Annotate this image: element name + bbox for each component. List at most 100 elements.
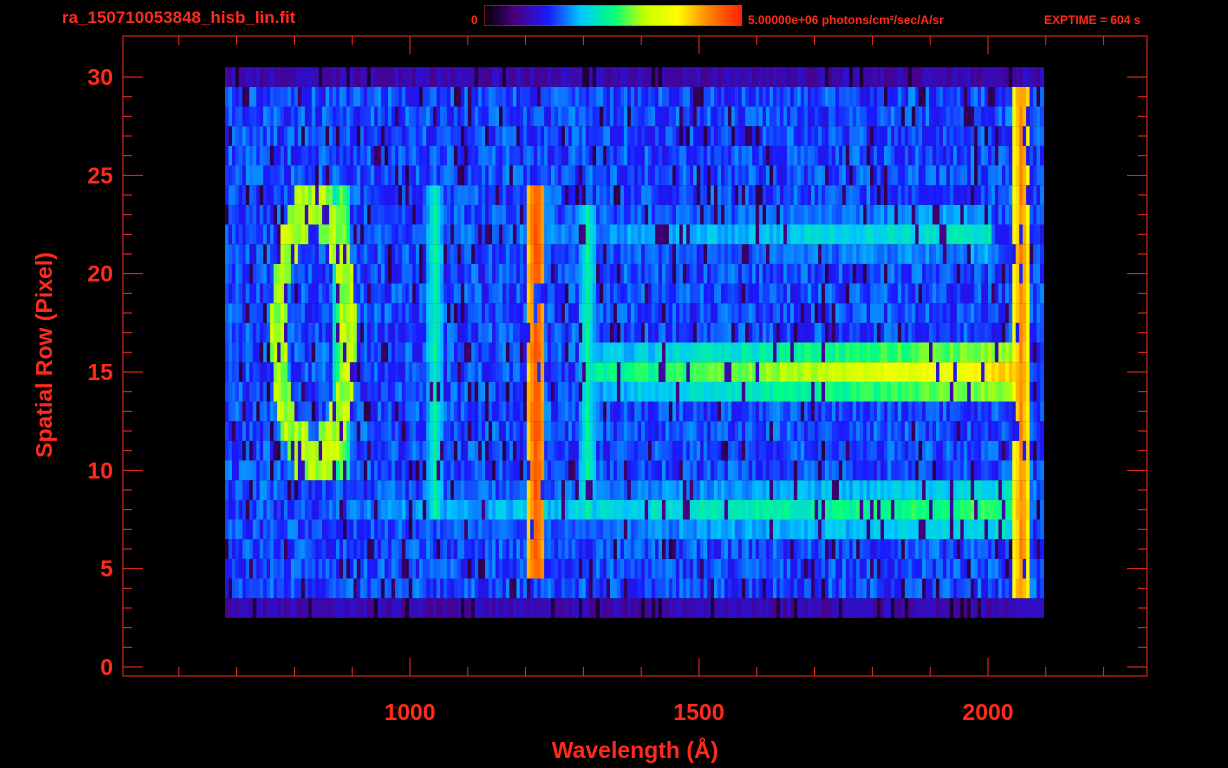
heatmap-cell (811, 381, 816, 402)
heatmap-cell (259, 480, 264, 500)
heatmap-cell (322, 460, 327, 481)
heatmap-cell (551, 519, 556, 540)
heatmap-cell (1033, 440, 1038, 461)
heatmap-cell (290, 499, 295, 520)
heatmap-cell (596, 578, 601, 599)
heatmap-cell (984, 303, 989, 323)
heatmap-cell (533, 598, 538, 618)
heatmap-cell (377, 421, 382, 441)
heatmap-cell (512, 204, 517, 225)
heatmap-cell (811, 440, 816, 461)
heatmap-cell (322, 578, 327, 599)
heatmap-cell (759, 440, 764, 461)
heatmap-cell (290, 539, 295, 559)
heatmap-cell (790, 440, 795, 461)
heatmap-cell (793, 342, 798, 363)
heatmap-cell (668, 480, 673, 500)
heatmap-cell (616, 539, 621, 559)
heatmap-cell (922, 539, 927, 559)
heatmap-cell (630, 460, 635, 481)
heatmap-cell (946, 263, 951, 284)
heatmap-cell (592, 322, 597, 343)
heatmap-cell (571, 381, 576, 402)
heatmap-cell (748, 558, 753, 579)
heatmap-cell (724, 204, 729, 225)
heatmap-cell (509, 558, 514, 579)
heatmap-cell (852, 342, 857, 363)
heatmap-cell (880, 401, 885, 422)
heatmap-cell (755, 460, 760, 481)
heatmap-cell (707, 342, 712, 363)
heatmap-cell (505, 224, 510, 245)
heatmap-cell (703, 499, 708, 520)
heatmap-cell (273, 322, 278, 343)
heatmap-cell (967, 244, 972, 264)
heatmap-cell (998, 440, 1003, 461)
heatmap-cell (592, 519, 597, 540)
heatmap-cell (939, 401, 944, 422)
heatmap-cell (505, 598, 510, 618)
heatmap-cell (790, 519, 795, 540)
heatmap-cell (696, 578, 701, 599)
heatmap-cell (474, 244, 479, 264)
heatmap-cell (707, 519, 712, 540)
heatmap-cell (630, 342, 635, 363)
heatmap-cell (533, 440, 538, 461)
heatmap-cell (1033, 460, 1038, 481)
heatmap-cell (679, 204, 684, 225)
heatmap-cell (637, 342, 642, 363)
heatmap-cell (693, 303, 698, 323)
heatmap-cell (672, 263, 677, 284)
heatmap-cell (270, 244, 275, 264)
heatmap-cell (249, 480, 254, 500)
heatmap-cell (263, 499, 268, 520)
heatmap-cell (457, 598, 462, 618)
heatmap-cell (738, 558, 743, 579)
heatmap-cell (627, 480, 632, 500)
heatmap-cell (315, 303, 320, 323)
heatmap-cell (412, 381, 417, 402)
heatmap-cell (1015, 460, 1020, 481)
heatmap-cell (228, 440, 233, 461)
heatmap-cell (370, 539, 375, 559)
heatmap-cell (606, 342, 611, 363)
heatmap-cell (790, 322, 795, 343)
heatmap-cell (561, 578, 566, 599)
heatmap-cell (800, 480, 805, 500)
heatmap-cell (485, 578, 490, 599)
heatmap-cell (1008, 519, 1013, 540)
heatmap-cell (651, 539, 656, 559)
heatmap-cell (845, 244, 850, 264)
heatmap-cell (963, 342, 968, 363)
heatmap-cell (953, 283, 958, 304)
heatmap-cell (738, 244, 743, 264)
heatmap-cell (408, 283, 413, 304)
heatmap-cell (408, 539, 413, 559)
heatmap-cell (727, 244, 732, 264)
heatmap-cell (596, 362, 601, 382)
heatmap-cell (533, 362, 538, 382)
heatmap-cell (814, 204, 819, 225)
heatmap-cell (748, 401, 753, 422)
heatmap-cell (381, 322, 386, 343)
heatmap-cell (682, 322, 687, 343)
heatmap-cell (592, 440, 597, 461)
heatmap-cell (651, 283, 656, 304)
heatmap-cell (592, 224, 597, 245)
heatmap-cell (620, 578, 625, 599)
heatmap-cell (259, 342, 264, 363)
heatmap-cell (259, 598, 264, 618)
heatmap-cell (630, 381, 635, 402)
heatmap-cell (922, 381, 927, 402)
heatmap-cell (370, 499, 375, 520)
heatmap-cell (290, 460, 295, 481)
heatmap-cell (249, 460, 254, 481)
heatmap-cell (273, 440, 278, 461)
heatmap-cell (641, 342, 646, 363)
heatmap-cell (967, 558, 972, 579)
heatmap-cell (426, 283, 431, 304)
heatmap-cell (252, 539, 257, 559)
heatmap-cell (284, 558, 289, 579)
heatmap-cell (929, 519, 934, 540)
heatmap-cell (519, 421, 524, 441)
